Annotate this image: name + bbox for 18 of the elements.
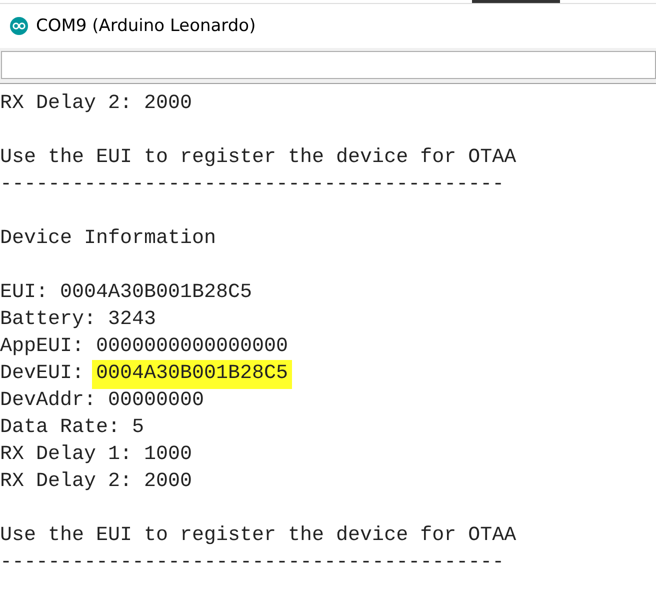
console-line: Battery: 3243 [0,308,156,331]
console-line: Use the EUI to register the device for OTAA [0,146,516,169]
console-line: Use the EUI to register the device for OTAA [0,524,516,547]
console-line: DevAddr: 00000000 [0,389,204,412]
console-line: Data Rate: 5 [0,416,144,439]
app-logo-icon [10,17,28,35]
console-line: RX Delay 1: 1000 [0,443,192,466]
send-field[interactable] [1,51,656,79]
console-line: RX Delay 2: 2000 [0,92,192,115]
console-line: EUI: 0004A30B001B28C5 [0,281,252,304]
console-line: AppEUI: 0000000000000000 [0,335,288,358]
console-line: RX Delay 2: 2000 [0,470,192,493]
console-label: DevEUI: [0,362,84,385]
highlighted-value: 0004A30B001B28C5 [92,360,292,389]
window-title: COM9 (Arduino Leonardo) [36,16,256,36]
console-line: ------------------------------------------ [0,173,504,196]
console-line: Device Information [0,227,216,250]
console-line: ------------------------------------------ [0,551,504,574]
